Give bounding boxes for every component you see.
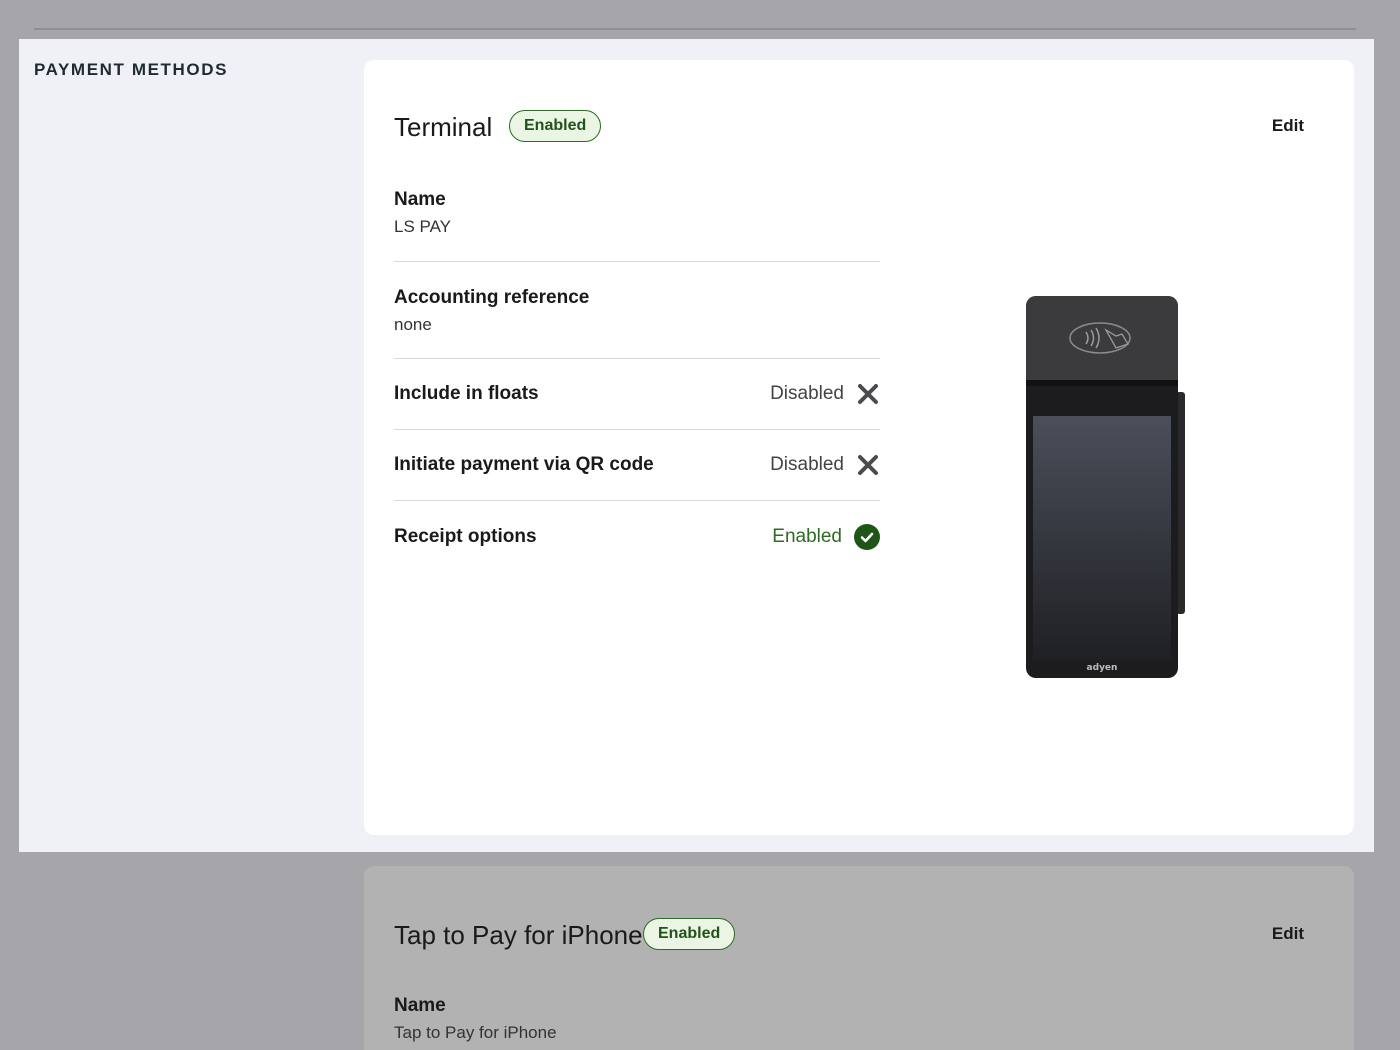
x-icon	[858, 384, 878, 404]
edit-button[interactable]: Edit	[1272, 116, 1304, 136]
field-label: Receipt options	[394, 525, 537, 547]
field-label: Initiate payment via QR code	[394, 454, 654, 475]
name-field: Name LS PAY	[394, 186, 880, 262]
payment-methods-section: PAYMENT METHODS Terminal Enabled Edit Na…	[19, 39, 1374, 852]
x-icon	[858, 455, 878, 475]
top-divider	[34, 28, 1356, 30]
row-status: Disabled	[770, 453, 880, 477]
tap-to-pay-card: Tap to Pay for iPhone Enabled Edit Name …	[364, 866, 1354, 1050]
row-status: Enabled	[772, 523, 880, 550]
field-label: Accounting reference	[394, 287, 590, 308]
include-in-floats-row: Include in floats Disabled	[394, 359, 880, 430]
card-header: Tap to Pay for iPhone Enabled Edit	[394, 918, 1324, 952]
receipt-options-row: Receipt options Enabled	[394, 501, 880, 572]
card-title: Terminal	[394, 112, 493, 142]
card-header: Terminal Enabled Edit	[394, 110, 1324, 144]
terminal-fields: Name LS PAY Accounting reference none In…	[394, 186, 880, 572]
card-title: Tap to Pay for iPhone	[394, 920, 643, 950]
section-title: PAYMENT METHODS	[34, 60, 229, 79]
qr-code-payment-row: Initiate payment via QR code Disabled	[394, 430, 880, 501]
status-badge: Enabled	[643, 918, 736, 950]
field-label: Include in floats	[394, 383, 539, 404]
device-brand-label: adyen	[1087, 663, 1118, 673]
terminal-card: Terminal Enabled Edit Name LS PAY Accoun…	[364, 60, 1354, 835]
field-value: Tap to Pay for iPhone	[394, 1023, 557, 1042]
field-label: Name	[394, 189, 446, 210]
check-circle-icon	[854, 523, 880, 550]
edit-button[interactable]: Edit	[1272, 924, 1304, 944]
name-field: Name Tap to Pay for iPhone	[394, 992, 880, 1050]
payment-terminal-image: adyen	[1026, 296, 1185, 678]
field-value: LS PAY	[394, 217, 452, 236]
status-badge: Enabled	[509, 110, 602, 142]
field-value: none	[394, 315, 432, 334]
field-label: Name	[394, 995, 446, 1016]
status-text: Disabled	[770, 454, 844, 475]
row-status: Disabled	[770, 382, 880, 406]
status-text: Enabled	[772, 525, 842, 547]
tap-to-pay-fields: Name Tap to Pay for iPhone	[394, 992, 880, 1050]
status-text: Disabled	[770, 383, 844, 404]
accounting-reference-field: Accounting reference none	[394, 284, 880, 359]
